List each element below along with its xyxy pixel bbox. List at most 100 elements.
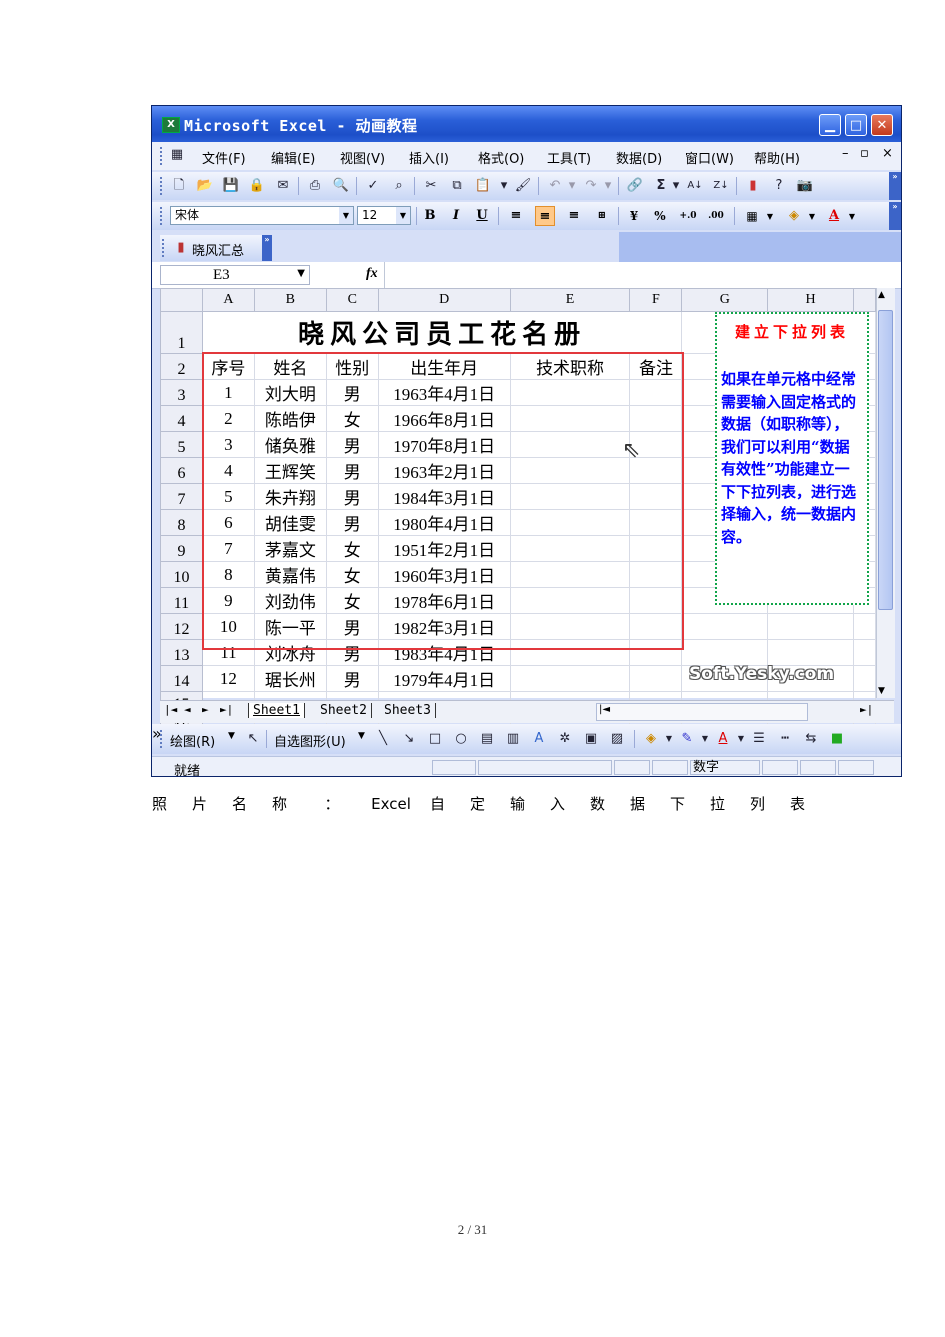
vertical-textbox-icon[interactable]: ▥ bbox=[504, 730, 522, 748]
chevron-down-icon[interactable]: ▼ bbox=[339, 207, 353, 224]
column-header[interactable]: C bbox=[325, 288, 379, 312]
doc-close-icon[interactable]: × bbox=[882, 146, 893, 161]
line-color-dropdown-icon[interactable]: ▼ bbox=[696, 730, 714, 748]
row-header[interactable]: 10 bbox=[160, 561, 203, 588]
toolbar-grip[interactable] bbox=[160, 730, 165, 748]
empty-cell[interactable] bbox=[509, 665, 631, 692]
scroll-right-icon[interactable]: ►| bbox=[860, 703, 873, 716]
first-sheet-icon[interactable]: |◄ bbox=[164, 703, 177, 716]
column-header[interactable]: H bbox=[767, 288, 854, 312]
row-header[interactable]: 8 bbox=[160, 509, 203, 536]
research-icon[interactable]: ⌕ bbox=[390, 177, 408, 195]
column-header[interactable]: F bbox=[629, 288, 683, 312]
font-color-icon[interactable]: A bbox=[714, 730, 732, 748]
empty-cell[interactable] bbox=[767, 613, 854, 640]
sheet-tab-3[interactable]: Sheet3 bbox=[380, 703, 436, 718]
horizontal-scrollbar[interactable]: |◄ bbox=[596, 703, 808, 721]
menu-view[interactable]: 视图(V) bbox=[340, 148, 385, 167]
underline-button[interactable]: U bbox=[472, 206, 492, 226]
row-header[interactable]: 12 bbox=[160, 613, 203, 640]
align-left-icon[interactable]: ≡ bbox=[506, 206, 526, 226]
chart-wizard-icon[interactable]: ▮ bbox=[744, 177, 762, 195]
empty-cell[interactable] bbox=[681, 613, 769, 640]
new-icon[interactable]: 🗋 bbox=[170, 177, 188, 195]
currency-icon[interactable]: ¥ bbox=[624, 206, 644, 226]
row-header[interactable]: 6 bbox=[160, 457, 203, 484]
picture-icon[interactable]: ▨ bbox=[608, 730, 626, 748]
table-cell[interactable]: 男 bbox=[325, 665, 379, 692]
font-size-combo[interactable]: 12 ▼ bbox=[357, 206, 411, 225]
rectangle-icon[interactable]: □ bbox=[426, 730, 444, 748]
borders-dropdown-icon[interactable]: ▼ bbox=[760, 206, 780, 226]
paste-icon[interactable]: 📋 bbox=[474, 177, 492, 195]
column-header[interactable]: D bbox=[377, 288, 511, 312]
save-icon[interactable]: 💾 bbox=[222, 177, 240, 195]
merge-center-icon[interactable]: ⊞ bbox=[592, 206, 612, 226]
redo-icon[interactable]: ↷ bbox=[582, 177, 600, 195]
select-all-corner[interactable] bbox=[160, 288, 203, 312]
cut-icon[interactable]: ✂ bbox=[422, 177, 440, 195]
table-cell[interactable]: 12 bbox=[201, 665, 255, 692]
table-cell[interactable]: 1979年4月1日 bbox=[377, 665, 511, 692]
toolbar-grip[interactable] bbox=[162, 239, 167, 257]
maximize-button[interactable]: □ bbox=[845, 114, 867, 136]
menu-data[interactable]: 数据(D) bbox=[616, 148, 662, 167]
textbox-icon[interactable]: ▤ bbox=[478, 730, 496, 748]
sort-descending-icon[interactable]: Z↓ bbox=[712, 177, 730, 195]
chevron-down-icon[interactable]: ▼ bbox=[297, 268, 305, 279]
row-header[interactable]: 13 bbox=[160, 639, 203, 666]
open-icon[interactable]: 📂 bbox=[196, 177, 214, 195]
column-header[interactable]: E bbox=[509, 288, 631, 312]
menu-help[interactable]: 帮助(H) bbox=[754, 148, 800, 167]
workbook-icon[interactable]: ▦ bbox=[168, 146, 186, 164]
vertical-scrollbar[interactable]: ▲ ▼ bbox=[876, 288, 895, 698]
align-right-icon[interactable]: ≡ bbox=[564, 206, 584, 226]
last-sheet-icon[interactable]: ►| bbox=[220, 703, 233, 716]
spelling-icon[interactable]: ✓ bbox=[364, 177, 382, 195]
scroll-up-icon[interactable]: ▲ bbox=[878, 290, 885, 300]
shadow-style-icon[interactable]: ■ bbox=[828, 730, 846, 748]
bold-button[interactable]: B bbox=[420, 206, 440, 226]
font-color-dropdown-icon[interactable]: ▼ bbox=[842, 206, 862, 226]
custom-toolbar-button[interactable]: 晓风汇总 bbox=[192, 240, 244, 259]
italic-button[interactable]: I bbox=[446, 206, 466, 226]
menu-edit[interactable]: 编辑(E) bbox=[271, 148, 315, 167]
arrow-style-icon[interactable]: ⇆ bbox=[802, 730, 820, 748]
empty-cell[interactable] bbox=[852, 613, 877, 640]
paste-dropdown-icon[interactable]: ▾ bbox=[500, 177, 508, 195]
toolbar-options-icon[interactable]: » bbox=[889, 172, 901, 200]
sheet-tab-1[interactable]: Sheet1 bbox=[248, 703, 305, 718]
toolbar-grip[interactable] bbox=[160, 207, 165, 225]
chevron-down-icon[interactable]: ▼ bbox=[396, 207, 410, 224]
autosum-dropdown-icon[interactable]: ▾ bbox=[672, 177, 680, 195]
decrease-decimal-icon[interactable]: .00 bbox=[706, 206, 726, 226]
column-header[interactable]: B bbox=[253, 288, 327, 312]
doc-restore-icon[interactable]: ▫ bbox=[860, 146, 869, 161]
copy-icon[interactable]: ⧉ bbox=[448, 177, 466, 195]
next-sheet-icon[interactable]: ► bbox=[202, 703, 209, 716]
fill-dropdown-icon[interactable]: ▼ bbox=[660, 730, 678, 748]
diagram-icon[interactable]: ✲ bbox=[556, 730, 574, 748]
hyperlink-icon[interactable]: 🔗 bbox=[626, 177, 644, 195]
scroll-thumb[interactable] bbox=[878, 310, 893, 610]
redo-dropdown-icon[interactable]: ▾ bbox=[604, 177, 612, 195]
arrow-icon[interactable]: ↘ bbox=[400, 730, 418, 748]
row-header[interactable]: 7 bbox=[160, 483, 203, 510]
font-name-combo[interactable]: 宋体 ▼ bbox=[170, 206, 354, 225]
row-header[interactable]: 3 bbox=[160, 379, 203, 406]
close-button[interactable]: ✕ bbox=[871, 114, 893, 136]
scroll-down-icon[interactable]: ▼ bbox=[878, 686, 885, 696]
wordart-icon[interactable]: A bbox=[530, 730, 548, 748]
format-painter-icon[interactable]: 🖌 bbox=[514, 177, 532, 195]
clipart-icon[interactable]: ▣ bbox=[582, 730, 600, 748]
row-header[interactable]: 5 bbox=[160, 431, 203, 458]
dash-style-icon[interactable]: ┅ bbox=[776, 730, 794, 748]
camera-icon[interactable]: 📷 bbox=[796, 177, 814, 195]
email-icon[interactable]: ✉ bbox=[274, 177, 292, 195]
font-color-icon[interactable]: A bbox=[824, 206, 844, 226]
empty-cell[interactable] bbox=[767, 639, 854, 666]
minimize-button[interactable]: ▁ bbox=[819, 114, 841, 136]
increase-decimal-icon[interactable]: +.0 bbox=[678, 206, 698, 226]
autoshapes-button[interactable]: 自选图形(U) bbox=[274, 731, 346, 750]
prev-sheet-icon[interactable]: ◄ bbox=[184, 703, 191, 716]
